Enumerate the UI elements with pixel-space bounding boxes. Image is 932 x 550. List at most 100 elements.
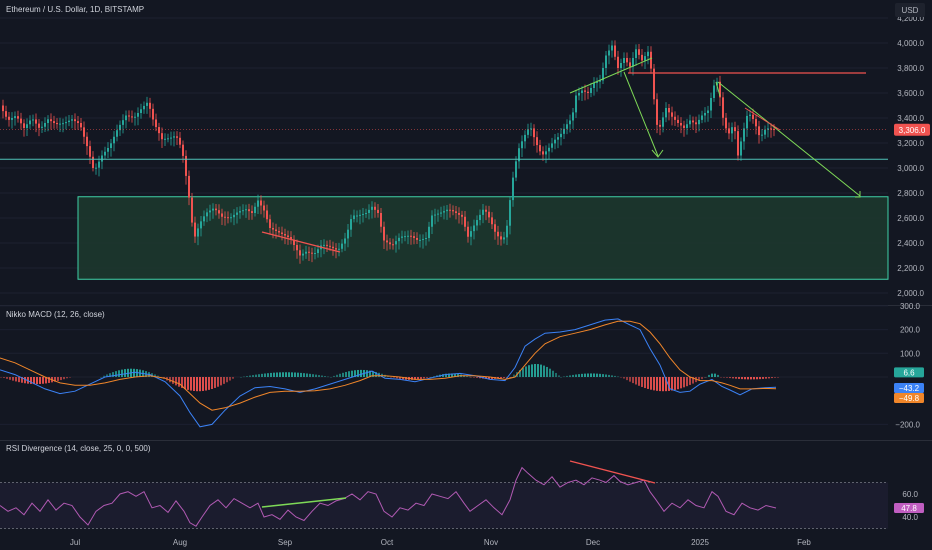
candle-body: [371, 206, 373, 210]
macd-bar: [540, 364, 542, 377]
macd-bar: [63, 377, 65, 380]
macd-bar: [543, 365, 545, 377]
candle-body: [143, 105, 145, 110]
candle-body: [98, 161, 100, 168]
candle-body: [50, 119, 52, 122]
macd-bar: [777, 377, 779, 378]
macd-bar: [750, 377, 752, 380]
candle-body: [377, 209, 379, 213]
macd-bar: [753, 377, 755, 380]
macd-bar: [60, 377, 62, 381]
macd-badge-value: −49.8: [899, 394, 920, 403]
macd-bar: [351, 370, 353, 377]
candle-body: [572, 112, 574, 121]
macd-bar: [252, 375, 254, 377]
candle-body: [335, 248, 337, 250]
macd-bar: [614, 375, 616, 377]
candle-body: [644, 56, 646, 61]
candle-body: [683, 125, 685, 128]
candle-body: [575, 95, 577, 113]
macd-bar: [584, 373, 586, 377]
candle-body: [194, 222, 196, 237]
macd-bar: [759, 377, 761, 380]
macd-bar: [57, 377, 59, 381]
macd-bar: [549, 368, 551, 377]
candle-body: [248, 209, 250, 212]
candle-body: [587, 91, 589, 93]
candle-body: [698, 119, 700, 125]
candle-body: [41, 126, 43, 128]
candle-body: [149, 102, 151, 109]
time-tick-label: Aug: [173, 538, 187, 547]
candle-body: [440, 212, 442, 214]
candle-body: [665, 108, 667, 118]
macd-tick-label: −200.0: [895, 420, 920, 429]
candle-body: [650, 51, 652, 69]
price-tick-label: 2,200.0: [897, 264, 924, 273]
time-tick-label: Nov: [484, 538, 498, 547]
macd-bar: [184, 377, 186, 390]
price-tick-label: 3,800.0: [897, 64, 924, 73]
candle-body: [617, 56, 619, 68]
macd-bar: [528, 365, 530, 377]
macd-bar: [249, 375, 251, 377]
candle-body: [752, 114, 754, 120]
candle-body: [176, 136, 178, 138]
candle-body: [713, 85, 715, 98]
candle-body: [734, 127, 736, 132]
candle-body: [485, 209, 487, 212]
candle-body: [581, 90, 583, 93]
rsi-tick-label: 40.0: [902, 513, 918, 522]
candle-body: [104, 151, 106, 156]
candle-body: [161, 133, 163, 140]
candle-body: [647, 51, 649, 57]
chart-area[interactable]: Ethereum / U.S. Dollar, 1D, BITSTAMP 2,0…: [0, 0, 932, 550]
candle-body: [686, 124, 688, 128]
macd-bar: [522, 368, 524, 377]
candle-body: [137, 113, 139, 117]
macd-bar: [662, 377, 664, 392]
candle-body: [11, 118, 13, 120]
candle-body: [56, 123, 58, 125]
candle-body: [359, 214, 361, 216]
macd-bar: [273, 372, 275, 377]
macd-bar: [747, 377, 749, 380]
candle-body: [446, 209, 448, 212]
macd-bar: [525, 366, 527, 377]
macd-bar: [566, 375, 568, 377]
candle-body: [464, 216, 466, 227]
candle-body: [737, 131, 739, 156]
candle-body: [449, 209, 451, 211]
candle-body: [689, 120, 691, 125]
candle-body: [59, 123, 61, 125]
candle-body: [311, 252, 313, 254]
time-tick-label: Jul: [70, 538, 80, 547]
candle-body: [26, 124, 28, 128]
macd-bar: [738, 377, 740, 379]
macd-bar: [255, 374, 257, 377]
candle-body: [110, 143, 112, 148]
candle-body: [470, 231, 472, 237]
candle-body: [503, 237, 505, 240]
macd-bar: [178, 377, 180, 387]
candle-body: [551, 143, 553, 148]
candle-body: [566, 124, 568, 129]
macd-bar: [671, 377, 673, 391]
rsi-badge: 47.8: [894, 503, 924, 514]
macd-bar: [261, 373, 263, 377]
macd-bar: [771, 377, 773, 379]
candle-body: [134, 116, 136, 118]
macd-bar: [546, 366, 548, 377]
macd-bar: [705, 377, 707, 378]
macd-bar: [563, 376, 565, 378]
macd-bar: [572, 374, 574, 377]
candle-body: [620, 63, 622, 68]
candle-body: [155, 119, 157, 128]
price-tick-label: 2,600.0: [897, 214, 924, 223]
candle-body: [203, 216, 205, 222]
candle-body: [524, 134, 526, 142]
macd-bar: [205, 377, 207, 391]
candle-body: [107, 148, 109, 152]
candle-body: [251, 211, 253, 213]
candle-body: [338, 248, 340, 250]
